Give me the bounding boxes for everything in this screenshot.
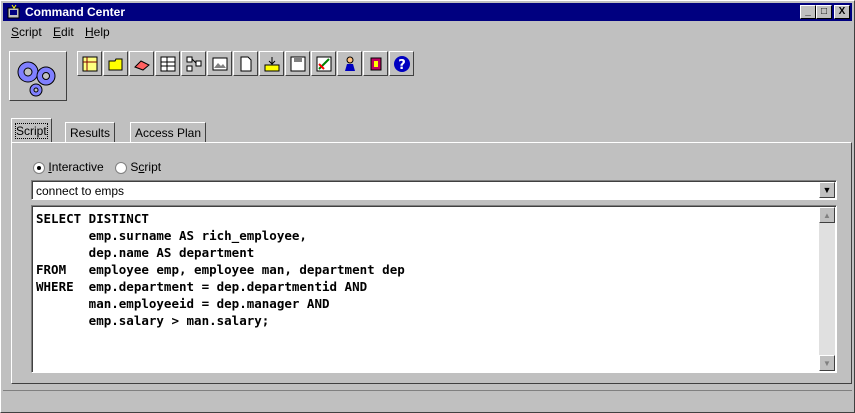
chevron-down-icon[interactable]: ▼: [819, 182, 835, 198]
command-center-window: Command Center _ □ X Script Edit Help ? …: [0, 0, 855, 413]
scroll-down-icon[interactable]: ▼: [819, 355, 835, 371]
radio-interactive-label: Interactive: [48, 160, 104, 174]
execute-gears-icon: [17, 61, 56, 97]
tab-script[interactable]: Script: [11, 118, 52, 142]
app-icon: [7, 4, 20, 19]
connection-combobox[interactable]: connect to emps ▼: [31, 180, 837, 200]
users-button[interactable]: [337, 51, 362, 76]
menu-edit[interactable]: Edit: [53, 25, 74, 39]
import-icon: [264, 56, 279, 71]
window-title: Command Center: [25, 5, 126, 19]
open-folder-icon: [108, 58, 122, 70]
menu-help[interactable]: Help: [85, 25, 110, 39]
close-button[interactable]: X: [834, 5, 850, 19]
help-button[interactable]: ?: [389, 51, 414, 76]
svg-text:?: ?: [398, 58, 406, 73]
table-icon: [82, 56, 97, 71]
tab-results[interactable]: Results: [65, 122, 116, 142]
new-button[interactable]: [233, 51, 258, 76]
edit-chart-icon: [316, 56, 331, 71]
scroll-up-icon[interactable]: ▲: [819, 207, 835, 223]
save-button[interactable]: [285, 51, 310, 76]
maximize-button[interactable]: □: [816, 5, 832, 19]
reload-icon: [370, 57, 381, 70]
users-icon: [344, 56, 355, 71]
radio-interactive-indicator[interactable]: [33, 161, 45, 174]
sql-text[interactable]: SELECT DISTINCT emp.surname AS rich_empl…: [36, 210, 405, 329]
new-document-icon: [240, 56, 251, 71]
erase-button[interactable]: [129, 51, 154, 76]
tree-icon: [186, 56, 201, 71]
title-bar[interactable]: Command Center _ □ X: [3, 3, 852, 21]
grid-icon: [160, 56, 175, 71]
connection-value: connect to emps: [36, 184, 125, 198]
help-icon: ?: [393, 55, 410, 73]
save-icon: [290, 56, 305, 71]
mode-radio-group: Interactive Script: [33, 160, 161, 176]
tab-access-plan[interactable]: Access Plan: [130, 122, 207, 142]
status-bar: [3, 390, 852, 411]
chart-button[interactable]: [311, 51, 336, 76]
image-icon: [212, 57, 227, 70]
import-button[interactable]: [259, 51, 284, 76]
grid-button[interactable]: [155, 51, 180, 76]
tree-button[interactable]: [181, 51, 206, 76]
radio-script-label: Script: [130, 160, 162, 174]
menu-script[interactable]: Script: [11, 25, 42, 39]
image-button[interactable]: [207, 51, 232, 76]
radio-script[interactable]: Script: [115, 160, 161, 174]
execute-button[interactable]: [9, 51, 67, 101]
minimize-button[interactable]: _: [800, 5, 816, 19]
eraser-icon: [133, 59, 150, 71]
radio-interactive[interactable]: Interactive: [33, 160, 107, 174]
table-button[interactable]: [77, 51, 102, 76]
open-button[interactable]: [103, 51, 128, 76]
radio-script-indicator[interactable]: [115, 161, 128, 174]
editor-scrollbar[interactable]: ▲ ▼: [819, 207, 835, 371]
reload-button[interactable]: [363, 51, 388, 76]
sql-editor[interactable]: SELECT DISTINCT emp.surname AS rich_empl…: [31, 205, 837, 373]
